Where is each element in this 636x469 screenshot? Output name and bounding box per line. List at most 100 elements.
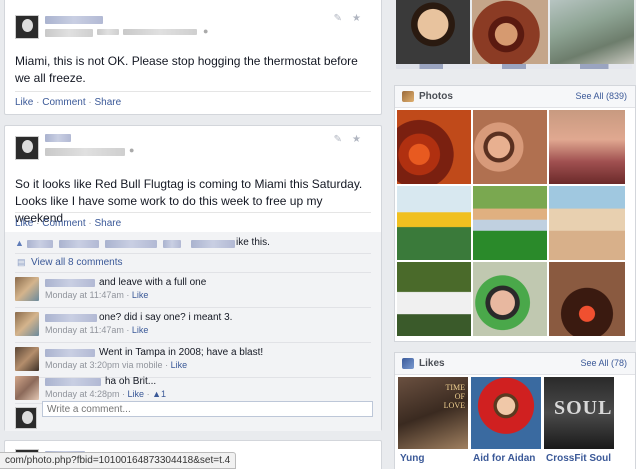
friend-name-redacted[interactable] [396,64,632,69]
right-sidebar: Photos See All (839) Likes See All (78) … [394,0,636,469]
comment-like-link[interactable]: Like [132,325,149,335]
photos-panel: Photos See All (839) [394,85,636,342]
divider [15,272,371,273]
photo-tile[interactable] [549,186,625,260]
author-name-redacted[interactable] [45,134,71,142]
like-link[interactable]: Like [15,218,33,229]
friend-photo[interactable] [550,0,634,64]
star-icon[interactable]: ★ [352,134,371,145]
commenter-avatar[interactable] [15,347,39,371]
news-feed: ● ✎★ Miami, this is not OK. Please stop … [4,0,382,469]
like-link[interactable]: Like [15,97,33,108]
commenter-name-redacted[interactable] [45,378,101,386]
author-avatar[interactable] [15,136,39,160]
comment-time[interactable]: Monday at 3:20pm via mobile [45,360,163,370]
like-page-tile[interactable]: TIME OF LOVE [398,377,468,449]
comment-like-count[interactable]: ▲1 [152,389,166,399]
comment-like-link[interactable]: Like [171,360,188,370]
edit-icon[interactable]: ✎ [334,134,352,145]
photos-icon [402,91,414,102]
like-page-tile[interactable]: SOUL [544,377,614,449]
edit-icon[interactable]: ✎ [334,13,352,24]
comment-text: and leave with a full one [99,277,207,288]
commenter-avatar[interactable] [15,312,39,336]
share-link[interactable]: Share [95,218,122,229]
viewer-avatar [15,407,37,429]
story-actions: Like · Comment · Share [15,97,121,108]
share-link[interactable]: Share [95,97,122,108]
story-2: ● ✎★ So it looks like Red Bull Flugtag i… [4,125,382,431]
write-comment-input[interactable] [42,401,373,417]
comment-time[interactable]: Monday at 11:47am [45,290,124,300]
story-actions: Like · Comment · Share [15,218,121,229]
timestamp-redacted[interactable] [45,148,125,156]
photos-title[interactable]: Photos [419,91,453,102]
timestamp-redacted[interactable] [45,29,93,37]
like-page-tile[interactable] [471,377,541,449]
like-tile-caption: TIME OF LOVE [443,383,465,410]
photo-tile[interactable] [397,110,471,184]
comment-time[interactable]: Monday at 4:28pm [45,389,120,399]
commenter-avatar[interactable] [15,277,39,301]
photo-tile[interactable] [473,186,547,260]
likes-see-all-link[interactable]: See All (78) [580,358,627,368]
author-avatar[interactable] [15,15,39,39]
like-page-name[interactable]: Yung [400,453,424,464]
view-all-comments-link[interactable]: View all 8 comments [31,257,123,268]
like-page-name[interactable]: Aid for Aidan [473,453,535,464]
comment-meta: Monday at 11:47am · Like [45,325,149,335]
comment-text: ha oh Brit... [105,376,157,387]
story-controls: ✎★ [334,134,371,145]
browser-status-url: com/photo.php?fbid=10100164873304418&set… [0,452,237,469]
comment-like-link[interactable]: Like [128,389,145,399]
divider [15,253,371,254]
photo-tile[interactable] [397,186,471,260]
likes-icon [402,358,414,369]
thumbs-up-icon: ▲ [152,389,161,399]
like-summary-text: ike this. [236,237,270,248]
likes-title[interactable]: Likes [419,358,445,369]
likers-redacted[interactable] [163,240,181,248]
comment: one? did i say one? i meant 3. Monday at… [15,310,371,340]
comment-like-link[interactable]: Like [132,290,149,300]
comment-meta: Monday at 11:47am · Like [45,290,149,300]
comment-text: Went in Tampa in 2008; have a blast! [99,347,264,358]
comment-time[interactable]: Monday at 11:47am [45,325,124,335]
photos-header: Photos See All (839) [395,86,635,108]
comment-link[interactable]: Comment [42,97,85,108]
photo-tile[interactable] [397,262,471,336]
likers-redacted[interactable] [59,240,99,248]
commenter-name-redacted[interactable] [45,279,95,287]
comment-link[interactable]: Comment [42,218,85,229]
photos-see-all-link[interactable]: See All (839) [575,91,627,101]
divider [15,212,371,213]
comment-meta: Monday at 4:28pm · Like · ▲1 [45,389,166,399]
post-text: Miami, this is not OK. Please stop hoggi… [15,54,358,85]
commenter-avatar[interactable] [15,376,39,400]
globe-icon: ● [203,26,209,36]
friend-photo[interactable] [396,0,470,64]
audience-redacted [123,29,197,35]
commenter-name-redacted[interactable] [45,314,97,322]
divider [15,91,371,92]
star-icon[interactable]: ★ [352,13,371,24]
commenter-name-redacted[interactable] [45,349,95,357]
comment: and leave with a full one Monday at 11:4… [15,275,371,305]
photo-tile[interactable] [549,262,625,336]
photo-tile[interactable] [549,110,625,184]
like-page-name[interactable]: CrossFit Soul [546,453,611,464]
likes-header: Likes See All (78) [395,353,635,375]
comment: Went in Tampa in 2008; have a blast! Mon… [15,345,371,375]
photo-tile[interactable] [473,262,547,336]
likers-redacted[interactable] [27,240,53,248]
likers-redacted[interactable] [105,240,157,248]
author-name-redacted[interactable] [45,16,103,24]
likers-redacted[interactable] [191,240,235,248]
divider [15,307,371,308]
photo-tile[interactable] [473,110,547,184]
comment: ha oh Brit... Monday at 4:28pm · Like · … [15,374,371,404]
comment-meta: Monday at 3:20pm via mobile · Like [45,360,188,370]
story-1: ● ✎★ Miami, this is not OK. Please stop … [4,0,382,115]
globe-icon: ● [129,145,135,155]
friend-photo[interactable] [472,0,548,64]
